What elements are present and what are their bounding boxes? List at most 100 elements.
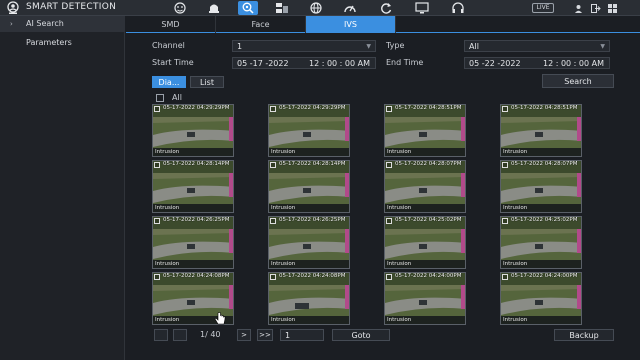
chevron-right-icon: › — [10, 20, 13, 28]
face-detect-icon[interactable] — [170, 1, 190, 15]
thumbnail-timestamp: 05-17-2022 04:28:51PM — [511, 105, 578, 111]
result-thumbnail[interactable]: 05-17-2022 04:25:02PM Intrusion — [500, 216, 582, 269]
thumbnail-checkbox[interactable] — [386, 162, 392, 168]
result-thumbnail[interactable]: 05-17-2022 04:26:25PM Intrusion — [268, 216, 350, 269]
type-select[interactable]: All ▼ — [464, 40, 610, 52]
search-button[interactable]: Search — [542, 74, 614, 88]
list-view-button[interactable]: List — [190, 76, 224, 88]
monitor-icon[interactable] — [412, 1, 432, 15]
result-thumbnail[interactable]: 05-17-2022 04:25:02PM Intrusion — [384, 216, 466, 269]
network-globe-icon[interactable] — [306, 1, 326, 15]
start-time-value[interactable]: 12 : 00 : 00 AM — [309, 58, 370, 69]
thumbnail-checkbox[interactable] — [154, 274, 160, 280]
tab-face[interactable]: Face — [216, 16, 306, 33]
channel-label: Channel — [152, 41, 185, 50]
tab-bar: SMD Face IVS — [126, 16, 640, 33]
thumbnail-timestamp: 05-17-2022 04:25:02PM — [511, 217, 578, 223]
result-thumbnail[interactable]: 05-17-2022 04:28:51PM Intrusion — [500, 104, 582, 157]
thumbnail-checkbox[interactable] — [270, 274, 276, 280]
next-page-button[interactable]: > — [237, 329, 251, 341]
type-value: All — [469, 42, 479, 51]
app-title: SMART DETECTION — [26, 2, 117, 12]
end-time-field[interactable]: 05 -22 -2022 12 : 00 : 00 AM — [464, 57, 610, 69]
ai-search-icon[interactable] — [238, 1, 258, 15]
tab-ivs[interactable]: IVS — [306, 16, 396, 33]
result-thumbnail[interactable]: 05-17-2022 04:24:00PM Intrusion — [500, 272, 582, 325]
thumbnail-event-tag: Intrusion — [153, 204, 233, 212]
chevron-down-icon: ▼ — [600, 43, 605, 50]
sidebar-item-parameters[interactable]: Parameters — [0, 35, 125, 51]
goto-button[interactable]: Goto — [332, 329, 390, 341]
main-panel: SMD Face IVS Channel 1 ▼ Type All ▼ Star… — [126, 16, 640, 360]
refresh-icon[interactable] — [376, 1, 396, 15]
thumbnail-timestamp: 05-17-2022 04:24:00PM — [395, 273, 462, 279]
thumbnail-checkbox[interactable] — [386, 218, 392, 224]
live-button[interactable]: LIVE — [532, 3, 554, 13]
sidebar: › AI Search Parameters — [0, 16, 125, 360]
thumbnail-checkbox[interactable] — [502, 106, 508, 112]
thumbnail-checkbox[interactable] — [154, 106, 160, 112]
result-thumbnail[interactable]: 05-17-2022 04:24:08PM Intrusion — [268, 272, 350, 325]
result-thumbnail[interactable]: 05-17-2022 04:24:00PM Intrusion — [384, 272, 466, 325]
backup-button[interactable]: Backup — [554, 329, 614, 341]
headset-icon[interactable] — [448, 1, 468, 15]
start-time-field[interactable]: 05 -17 -2022 12 : 00 : 00 AM — [232, 57, 376, 69]
thumbnail-timestamp: 05-17-2022 04:26:25PM — [163, 217, 230, 223]
thumbnail-checkbox[interactable] — [502, 274, 508, 280]
prev-page-button[interactable] — [173, 329, 187, 341]
result-thumbnail[interactable]: 05-17-2022 04:28:14PM Intrusion — [152, 160, 234, 213]
tab-smd[interactable]: SMD — [126, 16, 216, 33]
thumbnail-checkbox[interactable] — [154, 218, 160, 224]
smart-detection-icon — [7, 1, 19, 14]
goto-page-input[interactable]: 1 — [280, 329, 324, 341]
thumbnail-timestamp: 05-17-2022 04:28:07PM — [511, 161, 578, 167]
sidebar-item-ai-search[interactable]: › AI Search — [0, 16, 125, 32]
thumbnail-timestamp: 05-17-2022 04:26:25PM — [279, 217, 346, 223]
thumbnail-event-tag: Intrusion — [501, 204, 581, 212]
thumbnail-checkbox[interactable] — [270, 162, 276, 168]
thumbnail-event-tag: Intrusion — [385, 260, 465, 268]
result-thumbnail[interactable]: 05-17-2022 04:28:07PM Intrusion — [384, 160, 466, 213]
result-thumbnail[interactable]: 05-17-2022 04:29:29PM Intrusion — [268, 104, 350, 157]
last-page-button[interactable]: >> — [257, 329, 273, 341]
type-label: Type — [386, 41, 405, 50]
thumbnail-timestamp: 05-17-2022 04:28:14PM — [163, 161, 230, 167]
thumbnail-timestamp: 05-17-2022 04:25:02PM — [395, 217, 462, 223]
gauge-icon[interactable] — [340, 1, 360, 15]
thumbnail-checkbox[interactable] — [502, 162, 508, 168]
result-thumbnail[interactable]: 05-17-2022 04:26:25PM Intrusion — [152, 216, 234, 269]
cctv-camera-icon[interactable] — [204, 1, 224, 15]
result-thumbnail[interactable]: 05-17-2022 04:28:14PM Intrusion — [268, 160, 350, 213]
thumbnail-checkbox[interactable] — [270, 106, 276, 112]
thumbnail-checkbox[interactable] — [386, 274, 392, 280]
thumbnail-event-tag: Intrusion — [269, 148, 349, 156]
thumbnail-event-tag: Intrusion — [501, 148, 581, 156]
menu-grid-icon[interactable] — [606, 2, 618, 14]
end-date-value[interactable]: 05 -22 -2022 — [469, 59, 521, 68]
thumbnail-timestamp: 05-17-2022 04:24:08PM — [279, 273, 346, 279]
thumbnail-timestamp: 05-17-2022 04:28:51PM — [395, 105, 462, 111]
sidebar-item-label: AI Search — [26, 19, 64, 28]
storage-icon[interactable] — [272, 1, 292, 15]
logout-icon[interactable] — [590, 2, 602, 14]
result-thumbnail[interactable]: 05-17-2022 04:28:51PM Intrusion — [384, 104, 466, 157]
start-time-label: Start Time — [152, 58, 194, 67]
diagram-view-button[interactable]: Dia... — [152, 76, 186, 88]
thumbnail-timestamp: 05-17-2022 04:28:07PM — [395, 161, 462, 167]
result-thumbnail[interactable]: 05-17-2022 04:29:29PM Intrusion — [152, 104, 234, 157]
thumbnail-timestamp: 05-17-2022 04:29:29PM — [279, 105, 346, 111]
thumbnail-event-tag: Intrusion — [269, 316, 349, 324]
thumbnail-event-tag: Intrusion — [385, 316, 465, 324]
start-date-value[interactable]: 05 -17 -2022 — [237, 59, 289, 68]
thumbnail-checkbox[interactable] — [502, 218, 508, 224]
user-icon[interactable] — [572, 2, 584, 14]
thumbnail-checkbox[interactable] — [154, 162, 160, 168]
select-all-checkbox[interactable] — [156, 94, 164, 102]
first-page-button[interactable] — [154, 329, 168, 341]
channel-select[interactable]: 1 ▼ — [232, 40, 376, 52]
thumbnail-checkbox[interactable] — [386, 106, 392, 112]
end-time-value[interactable]: 12 : 00 : 00 AM — [543, 58, 604, 69]
thumbnail-checkbox[interactable] — [270, 218, 276, 224]
result-thumbnail[interactable]: 05-17-2022 04:28:07PM Intrusion — [500, 160, 582, 213]
top-bar: SMART DETECTION LIVE — [0, 0, 640, 16]
